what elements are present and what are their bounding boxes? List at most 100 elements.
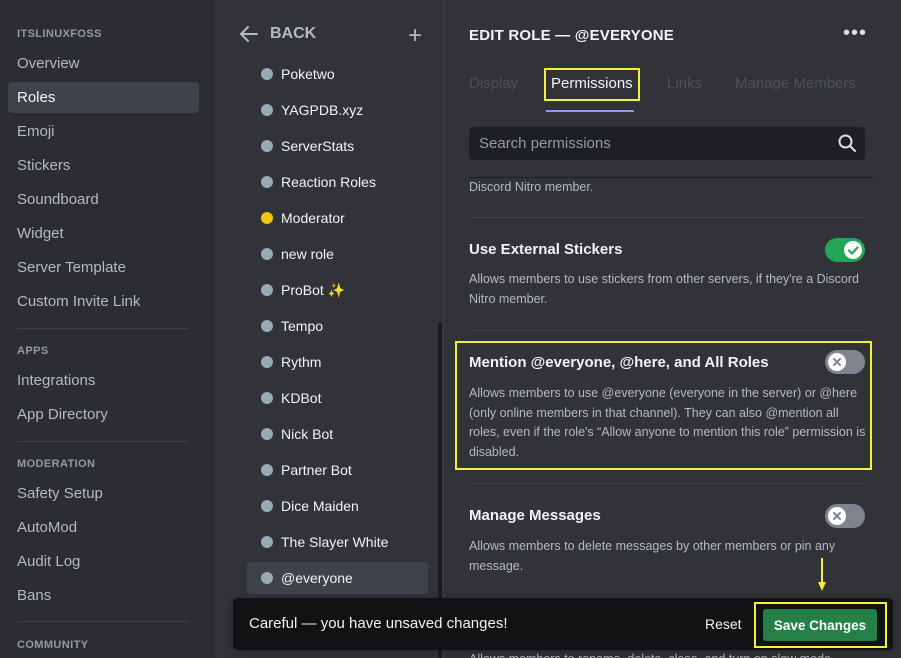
- tab-manage-members[interactable]: Manage Members: [735, 75, 856, 92]
- role-color-dot: [261, 572, 273, 584]
- permission-desc-use-external-stickers: Allows members to use stickers from othe…: [469, 272, 860, 306]
- unsaved-changes-bar: Careful — you have unsaved changes! Rese…: [233, 598, 893, 650]
- reset-button[interactable]: Reset: [705, 616, 742, 632]
- sidebar-divider: [17, 441, 189, 442]
- role-item[interactable]: ServerStats: [247, 130, 428, 162]
- sidebar-item-bans[interactable]: Bans: [8, 580, 199, 611]
- role-color-dot: [261, 284, 273, 296]
- role-item[interactable]: ProBot ✨: [247, 274, 428, 306]
- sidebar-item-emoji[interactable]: Emoji: [8, 116, 199, 147]
- create-role-plus-icon[interactable]: +: [408, 24, 422, 48]
- sidebar-item-stickers[interactable]: Stickers: [8, 150, 199, 181]
- role-name: new role: [281, 246, 334, 262]
- permission-title-mention-everyone: Mention @everyone, @here, and All Roles: [469, 354, 769, 371]
- sidebar-item-custom-invite-link[interactable]: Custom Invite Link: [8, 286, 199, 317]
- toggle-use-external-stickers[interactable]: [825, 238, 865, 262]
- toggle-knob: [828, 353, 846, 371]
- role-name: Partner Bot: [281, 462, 352, 478]
- role-color-dot: [261, 392, 273, 404]
- x-icon: [833, 512, 841, 520]
- x-icon: [833, 358, 841, 366]
- role-item[interactable]: Dice Maiden: [247, 490, 428, 522]
- more-options-icon[interactable]: •••: [843, 22, 867, 45]
- permission-divider: [469, 330, 865, 331]
- role-color-dot: [261, 500, 273, 512]
- permission-desc-partial: Allows members to rename, delete, close,…: [469, 650, 869, 658]
- role-item[interactable]: Poketwo: [247, 58, 428, 90]
- role-name: ServerStats: [281, 138, 355, 154]
- sidebar-item-safety-setup[interactable]: Safety Setup: [8, 478, 199, 509]
- roles-panel: BACK + Poketwo YAGPDB.xyz ServerStats Re…: [214, 0, 444, 658]
- role-item[interactable]: new role: [247, 238, 428, 270]
- search-icon[interactable]: [838, 134, 856, 152]
- role-item[interactable]: Nick Bot: [247, 418, 428, 450]
- sidebar-item-audit-log[interactable]: Audit Log: [8, 546, 199, 577]
- sidebar-divider: [17, 328, 189, 329]
- role-color-dot: [261, 464, 273, 476]
- permission-divider: [469, 483, 865, 484]
- role-name: Rythm: [281, 354, 322, 370]
- permission-divider: [469, 217, 865, 218]
- role-name: @everyone: [281, 570, 353, 586]
- sidebar-item-roles[interactable]: Roles: [8, 82, 199, 113]
- page-title: EDIT ROLE — @EVERYONE: [469, 27, 674, 44]
- role-color-dot: [261, 356, 273, 368]
- sidebar-item-soundboard[interactable]: Soundboard: [8, 184, 199, 215]
- toggle-knob: [828, 507, 846, 525]
- permission-desc-partial: Discord Nitro member.: [469, 180, 594, 194]
- role-color-dot: [261, 176, 273, 188]
- permission-title-use-external-stickers: Use External Stickers: [469, 241, 623, 258]
- role-name: Tempo: [281, 318, 324, 334]
- sidebar-divider: [17, 621, 189, 622]
- role-color-dot: [261, 428, 273, 440]
- back-button[interactable]: BACK: [240, 25, 316, 43]
- search-input[interactable]: [469, 127, 829, 160]
- sidebar-item-automod[interactable]: AutoMod: [8, 512, 199, 543]
- role-name: The Slayer White: [281, 534, 389, 550]
- role-item[interactable]: Moderator: [247, 202, 428, 234]
- role-item[interactable]: Tempo: [247, 310, 428, 342]
- role-color-dot: [261, 104, 273, 116]
- role-item[interactable]: The Slayer White: [247, 526, 428, 558]
- sidebar-item-integrations[interactable]: Integrations: [8, 365, 199, 396]
- role-item[interactable]: YAGPDB.xyz: [247, 94, 428, 126]
- toggle-manage-messages[interactable]: [825, 504, 865, 528]
- active-tab-indicator: [546, 110, 634, 112]
- role-name: Moderator: [281, 210, 345, 226]
- sidebar-item-server-template[interactable]: Server Template: [8, 252, 199, 283]
- sidebar-item-app-directory[interactable]: App Directory: [8, 399, 199, 430]
- permission-desc-manage-messages: Allows members to delete messages by oth…: [469, 539, 836, 573]
- settings-sidebar: ITSLINUXFOSS Overview Roles Emoji Sticke…: [0, 0, 214, 658]
- toggle-mention-everyone[interactable]: [825, 350, 865, 374]
- search-permissions: [469, 127, 865, 160]
- edit-role-pane: EDIT ROLE — @EVERYONE ••• Display Permis…: [445, 0, 901, 658]
- arrow-left-icon: [240, 26, 258, 42]
- role-color-dot: [261, 536, 273, 548]
- tab-links[interactable]: Links: [667, 75, 702, 92]
- role-name: Dice Maiden: [281, 498, 359, 514]
- server-name-header: ITSLINUXFOSS: [17, 28, 102, 40]
- toggle-knob: [844, 241, 862, 259]
- sidebar-item-widget[interactable]: Widget: [8, 218, 199, 249]
- role-item[interactable]: KDBot: [247, 382, 428, 414]
- permission-title-manage-messages: Manage Messages: [469, 507, 601, 524]
- sidebar-item-overview[interactable]: Overview: [8, 48, 199, 79]
- role-name: Poketwo: [281, 66, 335, 82]
- role-color-dot: [261, 248, 273, 260]
- back-label: BACK: [270, 25, 317, 42]
- role-name: Reaction Roles: [281, 174, 376, 190]
- role-item[interactable]: Partner Bot: [247, 454, 428, 486]
- apps-header: APPS: [17, 345, 49, 357]
- role-item[interactable]: Rythm: [247, 346, 428, 378]
- role-color-dot: [261, 212, 273, 224]
- permission-desc-mention-everyone: Allows members to use @everyone (everyon…: [469, 386, 866, 459]
- annotation-arrow-icon: [818, 558, 826, 591]
- tab-display[interactable]: Display: [469, 75, 518, 92]
- save-changes-button[interactable]: Save Changes: [763, 609, 877, 641]
- community-header: COMMUNITY: [17, 639, 89, 651]
- role-item[interactable]: Reaction Roles: [247, 166, 428, 198]
- role-color-dot: [261, 320, 273, 332]
- unsaved-changes-message: Careful — you have unsaved changes!: [249, 615, 508, 632]
- role-name: KDBot: [281, 390, 322, 406]
- role-item-selected[interactable]: @everyone: [247, 562, 428, 594]
